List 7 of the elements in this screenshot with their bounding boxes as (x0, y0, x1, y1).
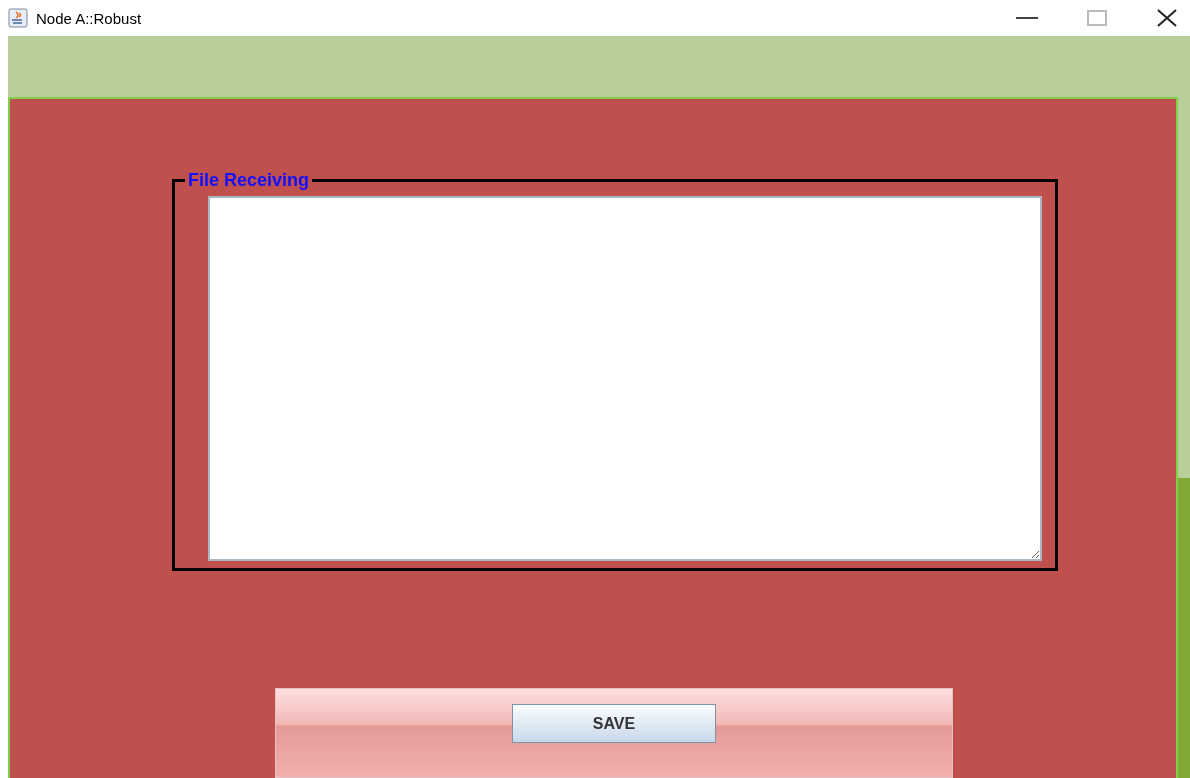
save-button[interactable]: SAVE (512, 704, 716, 743)
maximize-icon[interactable] (1087, 10, 1107, 26)
app-icon (8, 8, 28, 28)
close-icon[interactable] (1156, 9, 1178, 27)
window-title: Node A::Robust (36, 9, 142, 27)
group-title: File Receiving (185, 170, 313, 190)
minimize-icon[interactable] (1016, 17, 1038, 19)
